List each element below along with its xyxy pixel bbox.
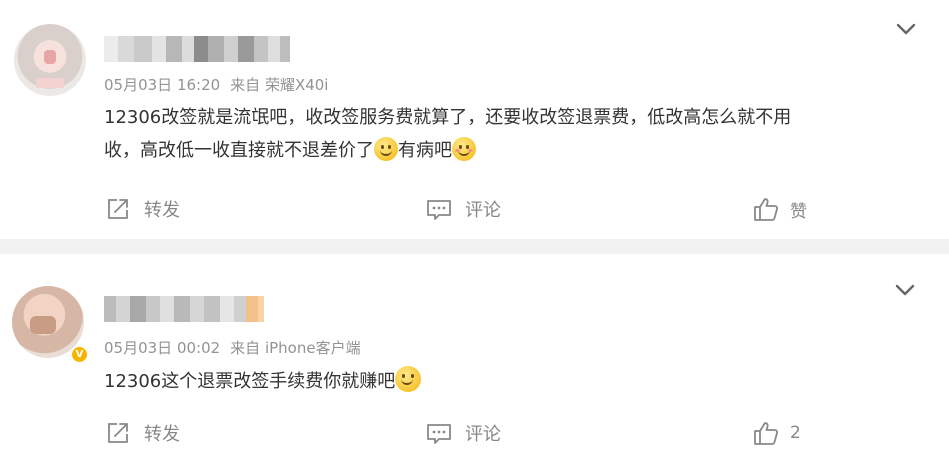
avatar[interactable] xyxy=(14,24,86,96)
like-button[interactable]: 2 xyxy=(752,418,801,448)
repost-button[interactable]: 转发 xyxy=(104,418,180,448)
thumbs-up-icon xyxy=(754,422,779,445)
like-count: 赞 xyxy=(790,201,807,222)
comment-text-line: 收，高改低一收直接就不退差价了 有病吧 xyxy=(104,134,904,167)
like-count: 2 xyxy=(790,423,801,443)
comment-meta: 05月03日 00:02 来自 iPhone客户端 xyxy=(104,337,361,358)
repost-icon xyxy=(108,199,128,219)
comment-time: 05月03日 16:20 xyxy=(104,76,221,94)
like-button[interactable]: 赞 xyxy=(752,194,807,224)
comment-label: 评论 xyxy=(465,200,501,221)
chevron-down-icon[interactable] xyxy=(894,279,916,301)
comment-meta: 05月03日 16:20 来自 荣耀X40i xyxy=(104,74,328,95)
comment-text: 12306改签就是流氓吧，收改签服务费就算了，还要收改签退票费，低改高怎么就不用… xyxy=(104,101,904,167)
comment-text-segment: 收，高改低一收直接就不退差价了 xyxy=(104,140,374,161)
comment-text-segment: 12306这个退票改签手续费你就赚吧 xyxy=(104,371,396,392)
comment-icon xyxy=(427,424,451,444)
username-blurred[interactable] xyxy=(104,296,264,322)
comment-text-segment: 有病吧 xyxy=(398,140,452,161)
comment-actions: 转发 评论 赞 xyxy=(0,194,949,224)
comment-icon xyxy=(427,200,451,220)
repost-button[interactable]: 转发 xyxy=(104,194,180,224)
comment-text-line: 12306改签就是流氓吧，收改签服务费就算了，还要收改签退票费，低改高怎么就不用 xyxy=(104,107,792,128)
comment-source: 来自 荣耀X40i xyxy=(230,76,329,94)
comment-label: 评论 xyxy=(465,424,501,445)
comment-text-line: 12306这个退票改签手续费你就赚吧 xyxy=(104,365,904,398)
chevron-down-icon[interactable] xyxy=(895,18,917,40)
comment-card: 05月03日 00:02 来自 iPhone客户端 12306这个退票改签手续费你… xyxy=(0,254,949,463)
comment-button[interactable]: 评论 xyxy=(425,418,501,448)
smile-emoji xyxy=(374,137,398,161)
username-blurred[interactable] xyxy=(104,36,290,62)
thumbs-up-icon xyxy=(754,198,779,221)
comment-time: 05月03日 00:02 xyxy=(104,339,221,357)
repost-label: 转发 xyxy=(144,200,180,221)
repost-label: 转发 xyxy=(144,424,180,445)
comment-button[interactable]: 评论 xyxy=(425,194,501,224)
verified-badge: V xyxy=(70,345,89,364)
blush-emoji xyxy=(452,137,476,161)
comment-card: 05月03日 16:20 来自 荣耀X40i 12306改签就是流氓吧，收改签服务… xyxy=(0,0,949,239)
repost-icon xyxy=(108,423,128,443)
comment-source: 来自 iPhone客户端 xyxy=(230,339,361,357)
comment-actions: 转发 评论 2 xyxy=(0,418,949,448)
comment-text: 12306这个退票改签手续费你就赚吧 xyxy=(104,365,904,398)
hug-emoji xyxy=(395,366,422,392)
